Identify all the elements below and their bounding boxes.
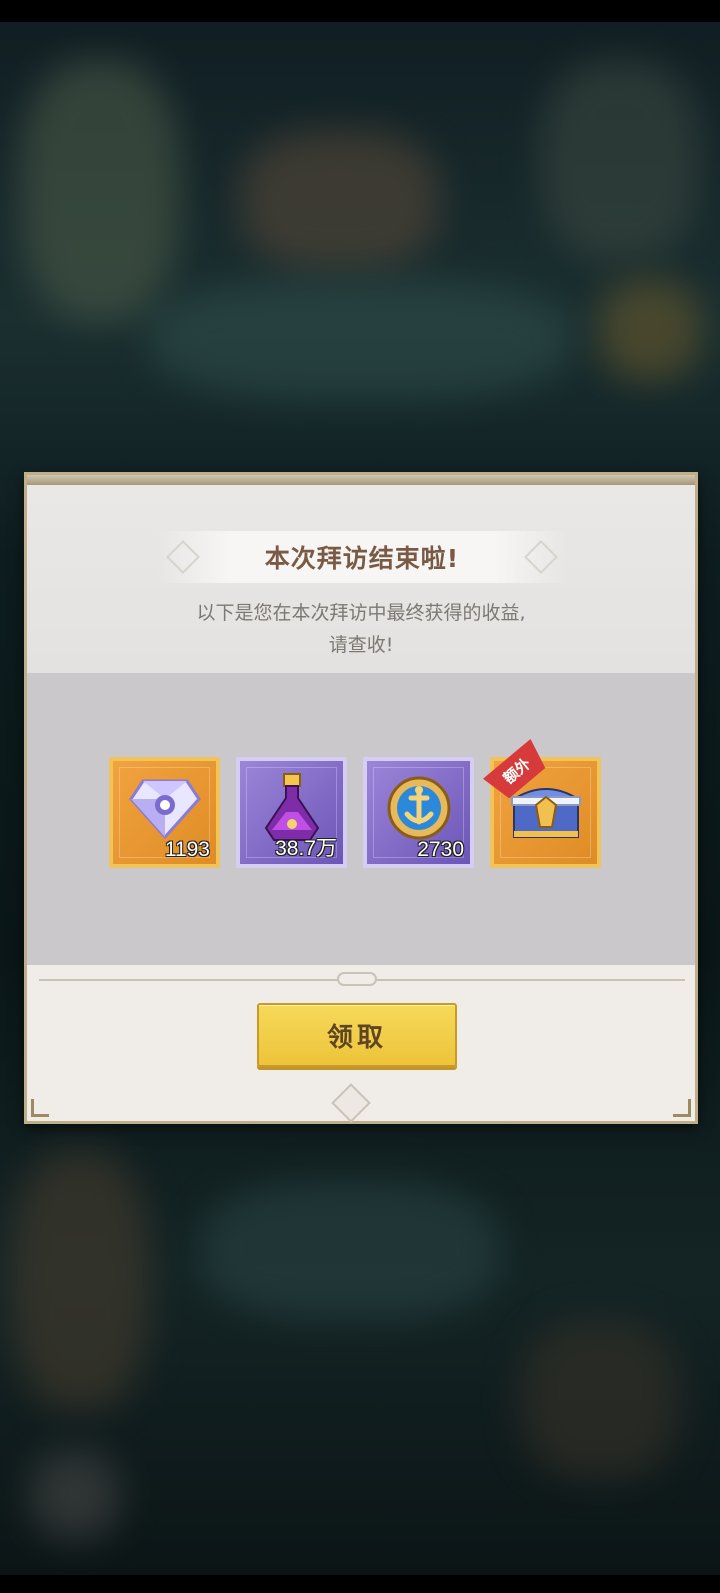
reward-item-diamond[interactable]: 1193 (109, 757, 220, 868)
reward-item-treasure-chest[interactable]: 额外 (490, 757, 601, 868)
anchor-medal-icon (387, 776, 450, 840)
reward-list: 1193 38.7万 2730 额外 (109, 757, 601, 868)
nav-bar (0, 1575, 720, 1593)
reward-quantity: 2730 (417, 838, 464, 861)
reward-item-potion[interactable]: 38.7万 (236, 757, 347, 868)
diamond-ornament-icon (524, 540, 558, 574)
corner-ornament-icon (31, 1099, 49, 1117)
reward-quantity: 38.7万 (275, 837, 337, 860)
dialog-subtitle: 以下是您在本次拜访中最终获得的收益, 请查收! (27, 597, 695, 661)
dialog-header: 本次拜访结束啦! 以下是您在本次拜访中最终获得的收益, 请查收! (27, 485, 695, 673)
divider-ornament-icon (337, 972, 377, 986)
subtitle-line: 请查收! (328, 634, 394, 656)
bottom-ornament-icon (331, 1083, 371, 1123)
reward-quantity: 1193 (164, 838, 210, 861)
diamond-icon (128, 779, 201, 840)
dialog-title: 本次拜访结束啦! (264, 544, 460, 573)
visit-result-dialog: 本次拜访结束啦! 以下是您在本次拜访中最终获得的收益, 请查收! 1193 38… (24, 472, 698, 1124)
subtitle-line: 以下是您在本次拜访中最终获得的收益, (196, 602, 526, 624)
reward-item-anchor-medal[interactable]: 2730 (363, 757, 474, 868)
diamond-ornament-icon (166, 540, 200, 574)
rewards-panel: 1193 38.7万 2730 额外 (27, 673, 695, 965)
dialog-top-frame (27, 475, 695, 485)
corner-ornament-icon (673, 1099, 691, 1117)
status-bar (0, 0, 720, 22)
title-ribbon: 本次拜访结束啦! (157, 531, 567, 583)
claim-button[interactable]: 领取 (257, 1003, 457, 1067)
dialog-footer: 领取 (27, 965, 695, 1123)
